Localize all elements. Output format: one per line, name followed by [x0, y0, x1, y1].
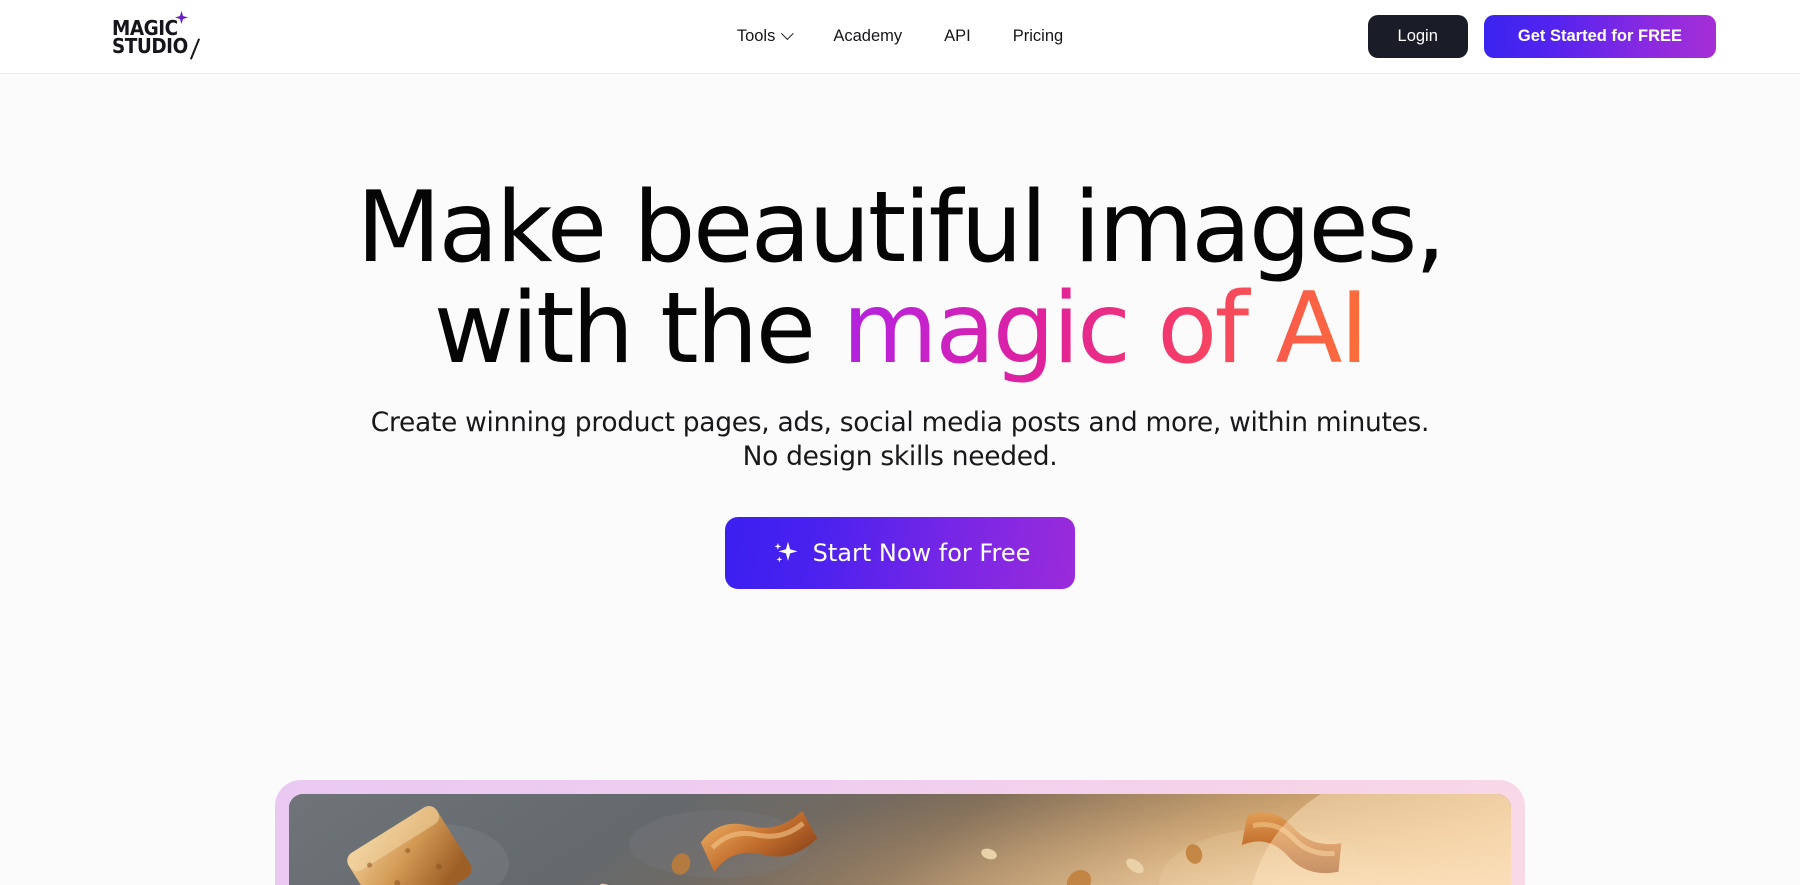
cta-label: Start Now for Free: [812, 538, 1031, 567]
subtitle-line-2: No design skills needed.: [742, 441, 1058, 473]
page-title: Make beautiful images, with the magic of…: [356, 178, 1446, 380]
headline-gradient-text: magic of AI: [842, 271, 1369, 386]
nav-item-api[interactable]: API: [940, 21, 975, 52]
nav-label-tools: Tools: [736, 27, 776, 45]
nav-label-api: API: [944, 27, 971, 45]
sparkle-icon: [774, 541, 798, 563]
headline-line-2: with the magic of AI: [356, 278, 1443, 380]
login-button[interactable]: Login: [1367, 15, 1468, 58]
showcase-card-frame: [275, 780, 1525, 885]
header-actions: Login Get Started for FREE: [1367, 15, 1716, 58]
cta-container: Start Now for Free: [724, 516, 1076, 589]
hero-section: Make beautiful images, with the magic of…: [0, 74, 1800, 885]
hero-subtitle: Create winning product pages, ads, socia…: [370, 406, 1430, 475]
nav-item-tools[interactable]: Tools: [733, 21, 796, 52]
headline-line-1: Make beautiful images,: [356, 171, 1446, 285]
get-started-button[interactable]: Get Started for FREE: [1483, 15, 1716, 58]
burger-photo-illustration: [289, 794, 1511, 885]
nav-item-academy[interactable]: Academy: [829, 21, 906, 52]
nav-item-pricing[interactable]: Pricing: [1009, 21, 1067, 52]
headline-plain-text: with the: [433, 271, 843, 386]
chevron-down-icon: [780, 27, 794, 41]
site-header: MAGIC STUDIO Tools Academy API Pricing L…: [0, 0, 1800, 74]
subtitle-line-1: Create winning product pages, ads, socia…: [370, 406, 1430, 438]
start-now-button[interactable]: Start Now for Free: [724, 516, 1076, 589]
nav-label-academy: Academy: [833, 27, 903, 45]
logo-line-studio: STUDIO: [112, 34, 188, 58]
nav-label-pricing: Pricing: [1012, 27, 1064, 45]
magic-studio-logo[interactable]: MAGIC STUDIO: [112, 8, 212, 66]
showcase-image: [289, 794, 1511, 885]
main-navigation: Tools Academy API Pricing: [733, 21, 1067, 52]
